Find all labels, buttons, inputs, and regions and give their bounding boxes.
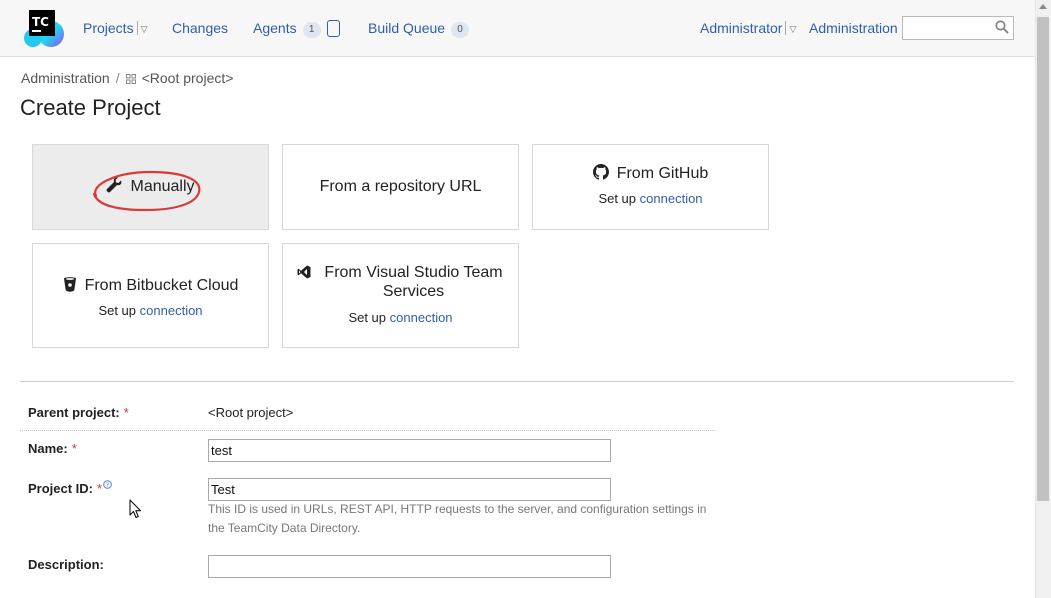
vsts-setup-text: Set up connection	[283, 310, 518, 325]
search-box[interactable]	[902, 16, 1014, 40]
name-input[interactable]	[208, 439, 611, 462]
nav-build-queue-label: Build Queue	[368, 20, 446, 36]
nav-changes[interactable]: Changes	[172, 20, 228, 36]
github-icon	[592, 164, 609, 180]
required-mark: *	[71, 441, 77, 456]
nav-projects-label: Projects	[83, 20, 134, 36]
search-icon[interactable]	[995, 20, 1009, 34]
project-id-hint: This ID is used in URLs, REST API, HTTP …	[208, 502, 707, 535]
github-setup-label: Set up	[598, 191, 637, 206]
row-separator	[20, 430, 715, 431]
nav-agents[interactable]: Agents 1	[253, 20, 340, 38]
breadcrumb-separator: /	[115, 70, 120, 86]
scrollbar-thumb[interactable]	[1037, 17, 1049, 501]
vsts-setup-label: Set up	[348, 310, 387, 325]
breadcrumb: Administration / <Root project>	[21, 70, 233, 86]
nav-agents-label: Agents	[253, 20, 297, 36]
github-setup-text: Set up connection	[533, 191, 768, 206]
nav-projects[interactable]: Projects ▽	[83, 20, 148, 36]
description-label: Description:	[28, 557, 104, 572]
option-manually-label: Manually	[130, 178, 195, 195]
nav-user[interactable]: Administrator ▽	[700, 20, 796, 36]
svg-text:?: ?	[106, 481, 109, 489]
section-divider	[20, 381, 1014, 382]
project-id-label: Project ID: * ?	[28, 480, 112, 496]
visual-studio-icon	[297, 265, 311, 279]
option-github-label: From GitHub	[616, 165, 709, 182]
option-manually[interactable]: Manually	[32, 144, 269, 230]
vsts-connection-link[interactable]: connection	[390, 310, 453, 325]
required-mark: *	[123, 405, 129, 420]
bitbucket-setup-label: Set up	[98, 303, 137, 318]
wrench-icon	[107, 177, 122, 193]
top-header: TC Projects ▽ Changes Agents 1 Build Queue…	[0, 0, 1035, 57]
teamcity-logo[interactable]: TC	[22, 7, 64, 49]
user-dropdown-icon[interactable]: ▽	[789, 24, 796, 35]
option-vsts-label: From Visual Studio Team Services	[324, 264, 503, 300]
page-title: Create Project	[20, 95, 161, 120]
option-repository-url[interactable]: From a repository URL	[282, 144, 519, 230]
agent-status-icon	[326, 20, 340, 37]
parent-project-label: Parent project: *	[28, 405, 129, 420]
option-bitbucket-cloud[interactable]: From Bitbucket Cloud Set up connection	[32, 243, 269, 348]
project-id-input[interactable]	[208, 478, 611, 501]
option-visual-studio-team-services[interactable]: From Visual Studio Team Services Set up …	[282, 243, 519, 348]
parent-project-value: <Root project>	[208, 405, 294, 420]
breadcrumb-administration[interactable]: Administration	[21, 70, 110, 86]
option-bitbucket-label: From Bitbucket Cloud	[84, 277, 239, 294]
breadcrumb-root-project[interactable]: <Root project>	[142, 70, 234, 86]
bitbucket-connection-link[interactable]: connection	[140, 303, 203, 318]
bitbucket-setup-text: Set up connection	[33, 303, 268, 318]
help-icon[interactable]: ?	[103, 480, 112, 489]
bitbucket-icon	[63, 277, 76, 292]
name-label: Name: *	[28, 441, 77, 456]
required-mark: *	[97, 481, 103, 496]
build-queue-count-badge: 0	[451, 22, 470, 38]
project-grid-icon	[125, 74, 136, 84]
nav-administration[interactable]: Administration	[809, 20, 898, 36]
option-github[interactable]: From GitHub Set up connection	[532, 144, 769, 230]
description-input[interactable]	[208, 555, 611, 578]
option-repository-url-label: From a repository URL	[319, 178, 482, 195]
search-input[interactable]	[903, 17, 991, 39]
nav-user-label: Administrator	[700, 20, 783, 36]
mouse-cursor-icon	[129, 499, 142, 519]
github-connection-link[interactable]: connection	[640, 191, 703, 206]
svg-text:TC: TC	[32, 15, 49, 29]
agents-count-badge: 1	[302, 22, 321, 38]
nav-build-queue[interactable]: Build Queue 0	[368, 20, 470, 38]
projects-dropdown-icon[interactable]: ▽	[141, 24, 148, 35]
scroll-up-arrow-icon[interactable]	[1039, 4, 1047, 9]
